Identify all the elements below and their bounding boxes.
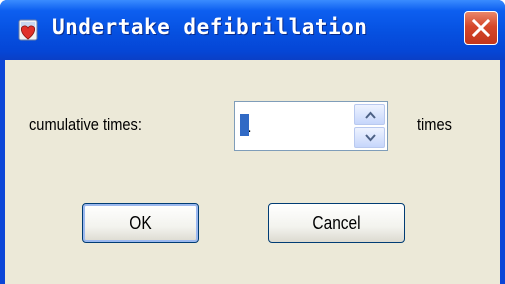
ok-button-label: OK <box>129 213 152 233</box>
dialog-window: Undertake defibrillation cumulative time… <box>0 0 505 284</box>
title-bar[interactable]: Undertake defibrillation <box>0 0 505 60</box>
cancel-button[interactable]: Cancel <box>268 203 405 243</box>
spin-up-button[interactable] <box>354 104 385 125</box>
dialog-body: cumulative times: times OK Cancel <box>5 60 500 284</box>
cancel-button-label: Cancel <box>312 213 361 233</box>
cumulative-times-input[interactable] <box>239 108 349 142</box>
close-button[interactable] <box>464 11 498 45</box>
spin-down-button[interactable] <box>354 127 385 148</box>
defibrillator-icon <box>18 19 38 41</box>
cumulative-times-spinner[interactable] <box>234 101 388 151</box>
times-unit-label: times <box>417 115 452 134</box>
ok-button[interactable]: OK <box>82 203 199 243</box>
cumulative-times-label: cumulative times: <box>29 115 142 134</box>
chevron-down-icon <box>365 134 376 142</box>
close-icon <box>472 19 490 37</box>
chevron-up-icon <box>365 111 376 119</box>
window-title: Undertake defibrillation <box>52 15 368 39</box>
